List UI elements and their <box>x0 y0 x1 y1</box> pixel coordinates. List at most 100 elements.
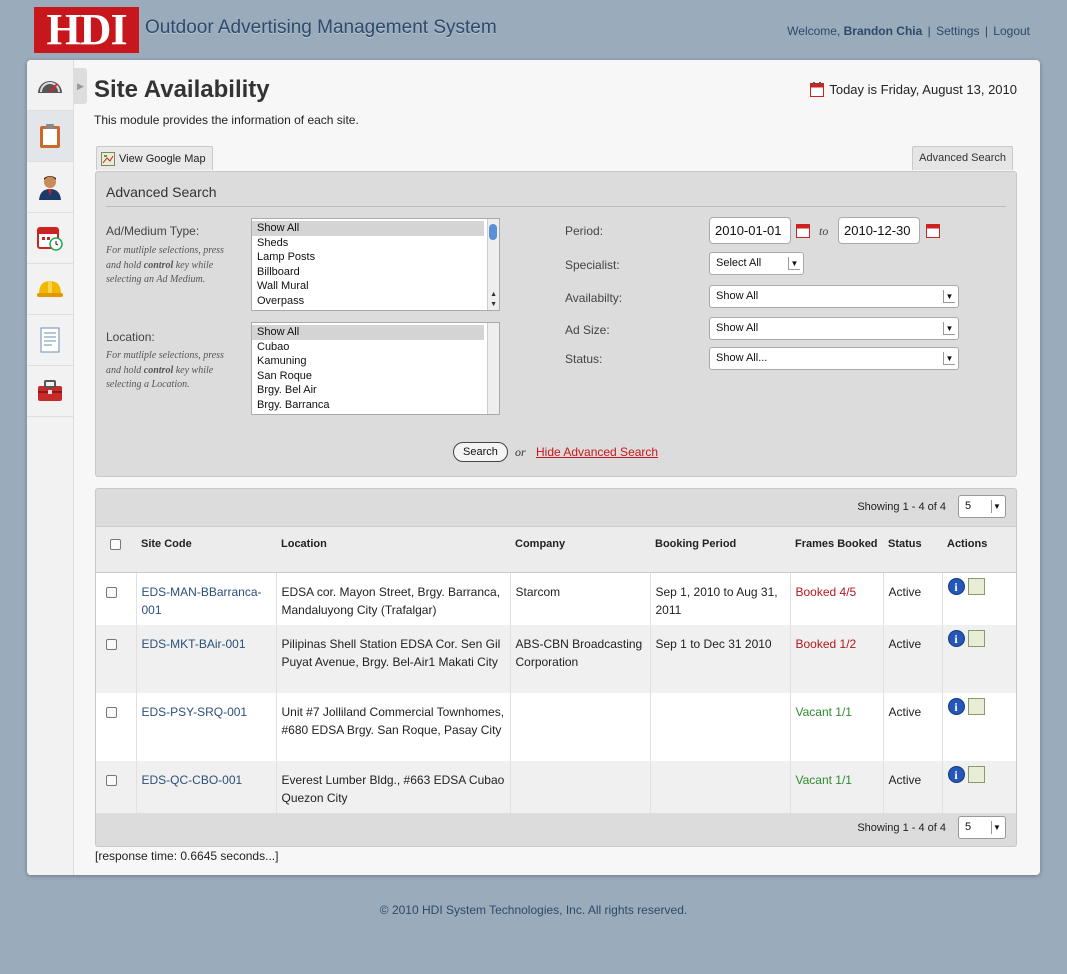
status-select[interactable]: Show All... ▼ <box>709 347 959 370</box>
info-icon[interactable]: i <box>947 766 965 783</box>
sidebar-item-site-availability[interactable] <box>27 111 73 162</box>
site-code-link[interactable]: EDS-QC-CBO-001 <box>142 773 243 787</box>
hdi-logo: HDI <box>34 7 139 53</box>
ad-size-value: Show All <box>716 322 759 334</box>
search-button[interactable]: Search <box>453 442 508 462</box>
hardhat-icon <box>37 281 63 297</box>
status-cell: Active <box>883 625 943 693</box>
info-icon[interactable]: i <box>947 578 965 595</box>
row-select-cell <box>96 625 137 693</box>
user-icon <box>39 176 61 200</box>
column-header-company[interactable]: Company <box>510 526 650 573</box>
booking-period-cell <box>650 761 791 813</box>
page-title: Site Availability <box>94 76 270 103</box>
availability-label: Availabilty: <box>565 291 623 305</box>
scroll-thumb[interactable] <box>489 224 497 240</box>
calendar-icon[interactable] <box>796 223 810 238</box>
ad-medium-option[interactable]: Lamp Posts <box>252 250 484 265</box>
site-code-link[interactable]: EDS-MKT-BAir-001 <box>142 637 246 651</box>
map-icon[interactable] <box>967 766 985 783</box>
select-all-checkbox[interactable] <box>110 539 121 550</box>
advanced-search-tab[interactable]: Advanced Search <box>912 146 1013 170</box>
availability-value: Show All <box>716 290 759 302</box>
period-to-field[interactable]: 2010-12-30 <box>838 217 920 244</box>
row-checkbox[interactable] <box>106 639 117 650</box>
company-cell: ABS-CBN Broadcasting Corporation <box>510 625 651 693</box>
map-icon[interactable] <box>967 630 985 647</box>
scroll-down-icon[interactable]: ▼ <box>490 301 497 308</box>
column-header-location[interactable]: Location <box>276 526 510 573</box>
sites-table: Site Code Location Company Booking Perio… <box>96 526 1016 813</box>
response-time: [response time: 0.6645 seconds...] <box>95 849 279 863</box>
specialist-select[interactable]: Select All ▼ <box>709 252 804 275</box>
location-option[interactable]: San Roque <box>252 369 484 384</box>
location-listbox[interactable]: Show All Cubao Kamuning San Roque Brgy. … <box>251 322 500 415</box>
ad-medium-scrollbar[interactable]: ▲ ▼ <box>487 219 499 310</box>
sidebar-toggle[interactable]: ▶ <box>74 68 87 104</box>
dashboard-gauge-icon <box>38 81 62 93</box>
sidebar-item-maintenance[interactable] <box>27 264 73 315</box>
column-header-booking-period[interactable]: Booking Period <box>650 526 790 573</box>
settings-link[interactable]: Settings <box>936 24 979 38</box>
actions-cell: i <box>942 761 1016 813</box>
location-option[interactable]: Kamuning <box>252 354 484 369</box>
period-to-word: to <box>819 224 829 238</box>
map-icon[interactable] <box>967 698 985 715</box>
location-hint: For mutliple selections, press and hold … <box>106 349 241 393</box>
booking-period-cell <box>650 693 791 761</box>
location-option[interactable]: Brgy. Bel Air <box>252 383 484 398</box>
site-code-link[interactable]: EDS-MAN-BBarranca-001 <box>142 585 262 617</box>
calendar-clock-icon <box>37 227 63 251</box>
sidebar-item-reports[interactable] <box>27 315 73 366</box>
scroll-up-icon[interactable]: ▲ <box>490 291 497 298</box>
column-header-site-code[interactable]: Site Code <box>136 526 276 573</box>
sidebar-item-schedule[interactable] <box>27 213 73 264</box>
column-header-frames-booked[interactable]: Frames Booked <box>790 526 883 573</box>
ad-size-select[interactable]: Show All ▼ <box>709 317 959 340</box>
user-name[interactable]: Brandon Chia <box>844 24 923 38</box>
location-cell: EDSA cor. Mayon Street, Brgy. Barranca, … <box>276 572 511 625</box>
location-option[interactable]: Brgy. Barranca <box>252 398 484 413</box>
actions-cell: i <box>942 693 1016 761</box>
ad-medium-option[interactable]: Wall Mural <box>252 279 484 294</box>
ad-medium-listbox[interactable]: Show All Sheds Lamp Posts Billboard Wall… <box>251 218 500 311</box>
site-code-link[interactable]: EDS-PSY-SRQ-001 <box>142 705 248 719</box>
period-label: Period: <box>565 224 604 238</box>
calendar-icon[interactable] <box>926 223 940 238</box>
status-cell: Active <box>883 693 943 761</box>
ad-medium-option[interactable]: Sheds <box>252 236 484 251</box>
page-size-select-top[interactable]: 5 ▼ <box>958 495 1006 518</box>
specialist-label: Specialist: <box>565 258 620 272</box>
sidebar-item-users[interactable] <box>27 162 73 213</box>
divider <box>106 206 1006 207</box>
info-icon[interactable]: i <box>947 698 965 715</box>
row-checkbox[interactable] <box>106 587 117 598</box>
ad-medium-option[interactable]: Billboard <box>252 265 484 280</box>
view-google-map-button[interactable]: View Google Map <box>96 146 213 170</box>
location-label: Location: <box>106 330 155 344</box>
hide-advanced-search-link[interactable]: Hide Advanced Search <box>536 445 658 459</box>
availability-select[interactable]: Show All ▼ <box>709 285 959 308</box>
location-hint-key: control <box>143 364 174 376</box>
company-cell: Starcom <box>510 572 651 625</box>
location-scrollbar[interactable] <box>487 323 499 414</box>
info-icon[interactable]: i <box>947 630 965 647</box>
column-header-status[interactable]: Status <box>883 526 942 573</box>
ad-medium-option[interactable]: Overpass <box>252 294 484 309</box>
footer-copyright: © 2010 HDI System Technologies, Inc. All… <box>379 903 688 917</box>
map-icon[interactable] <box>967 578 985 595</box>
table-row: EDS-MKT-BAir-001 Pilipinas Shell Station… <box>96 625 1016 693</box>
sidebar-item-dashboard[interactable] <box>27 60 73 111</box>
site-code-cell: EDS-PSY-SRQ-001 <box>136 693 277 761</box>
period-from-field[interactable]: 2010-01-01 <box>709 217 791 244</box>
ad-medium-hint: For mutliple selections, press and hold … <box>106 244 241 288</box>
ad-medium-option[interactable]: Show All <box>252 221 484 236</box>
row-checkbox[interactable] <box>106 775 117 786</box>
location-option[interactable]: Cubao <box>252 340 484 355</box>
page-size-select-bottom[interactable]: 5 ▼ <box>958 816 1006 839</box>
row-checkbox[interactable] <box>106 707 117 718</box>
logout-link[interactable]: Logout <box>993 24 1030 38</box>
sidebar-item-tools[interactable] <box>27 366 73 417</box>
frames-booked-value: Booked 1/2 <box>795 637 857 651</box>
location-option[interactable]: Show All <box>252 325 484 340</box>
